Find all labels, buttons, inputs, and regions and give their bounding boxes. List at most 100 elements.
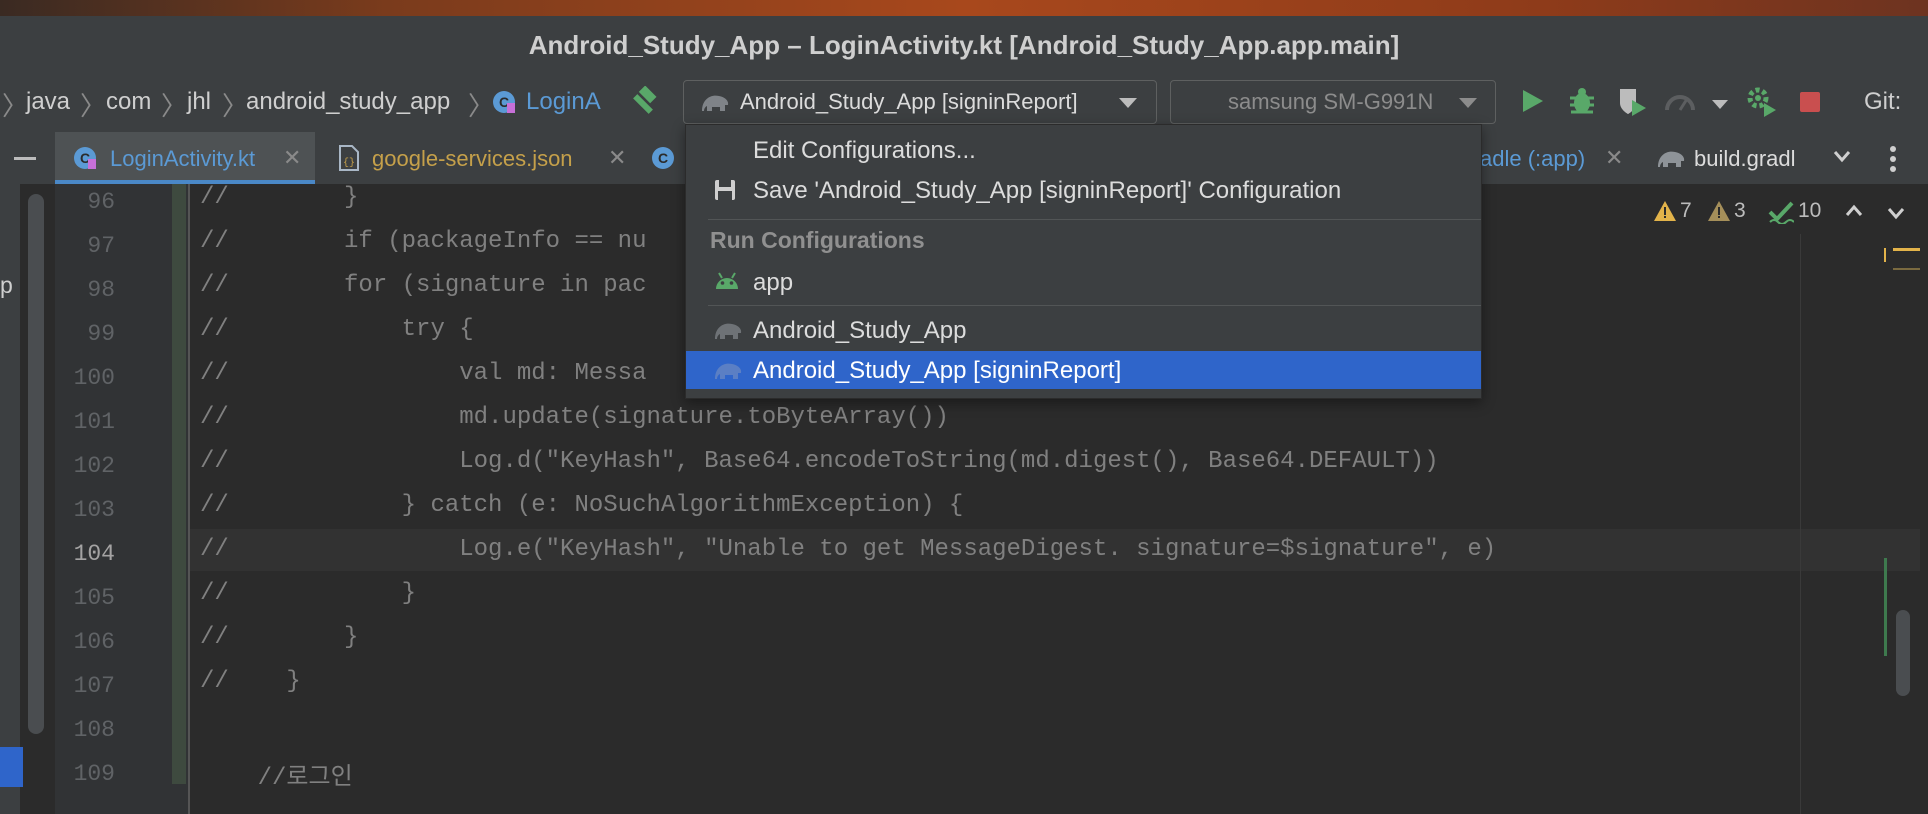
coverage-shield-icon[interactable] [1617, 86, 1647, 123]
code-line: //로그인 [200, 765, 353, 792]
breadcrumb-item-package[interactable]: android_study_app [246, 88, 450, 116]
menu-item-signin-report-selected[interactable]: Android_Study_App [signinReport] [686, 351, 1481, 389]
menu-item-save-configuration[interactable]: Save 'Android_Study_App [signinReport]' … [686, 171, 1481, 209]
run-configurations-header: Run Configurations [710, 227, 925, 253]
right-margin-guide [1800, 234, 1801, 814]
error-stripe-marker [1884, 248, 1886, 262]
tab-build-gradle[interactable]: build.gradl [1652, 132, 1817, 184]
more-options-icon[interactable] [1890, 144, 1896, 174]
code-line: // md.update(signature.toByteArray()) [200, 404, 949, 431]
chevron-up-icon[interactable] [1845, 204, 1863, 223]
code-line: // for (signature in pac [200, 272, 647, 299]
gradle-elephant-icon [712, 359, 742, 381]
tab-google-services[interactable]: {} google-services.json ✕ [325, 132, 635, 184]
run-configuration-selector[interactable]: Android_Study_App [signinReport] [683, 80, 1157, 124]
line-number: 105 [73, 585, 115, 611]
menu-divider [708, 305, 1481, 306]
run-icon[interactable] [1518, 86, 1546, 121]
breadcrumb-item-jhl[interactable]: jhl [187, 88, 211, 116]
code-line: // if (packageInfo == nu [200, 228, 647, 255]
menu-item-edit-configurations[interactable]: Edit Configurations... [686, 131, 1481, 169]
menu-item-label: Edit Configurations... [753, 137, 976, 164]
kotlin-class-icon: C [650, 145, 676, 176]
run-configuration-dropdown: Edit Configurations... Save 'Android_Stu… [685, 124, 1482, 399]
vcs-change-marker [172, 184, 186, 784]
code-line: // } [200, 580, 417, 607]
menu-divider [708, 219, 1481, 220]
menu-item-app[interactable]: app [686, 263, 1481, 301]
gutter-divider [188, 184, 190, 814]
line-number: 99 [87, 321, 115, 347]
close-icon[interactable]: ✕ [608, 145, 626, 171]
breadcrumb-item-class[interactable]: LoginA [526, 88, 601, 116]
git-label: Git: [1864, 88, 1902, 115]
menu-item-label: Save 'Android_Study_App [signinReport]' … [753, 177, 1342, 204]
line-number: 96 [87, 189, 115, 215]
build-hammer-icon[interactable] [628, 85, 662, 118]
breadcrumb-separator: 〉 [80, 91, 107, 121]
code-line: // } catch (e: NoSuchAlgorithmException)… [200, 492, 964, 519]
change-stripe-marker [1884, 558, 1887, 656]
save-floppy-icon [714, 179, 738, 201]
line-number: 107 [73, 673, 115, 699]
project-panel-text: p [0, 272, 13, 298]
tab-label: google-services.json [372, 146, 573, 171]
chevron-down-icon [1459, 98, 1477, 108]
run-configuration-label: Android_Study_App [signinReport] [740, 89, 1078, 114]
line-number: 109 [73, 761, 115, 787]
tab-partial[interactable]: C [645, 132, 690, 184]
profiler-icon[interactable] [1664, 88, 1696, 119]
menu-item-android-study-app[interactable]: Android_Study_App [686, 311, 1481, 349]
breadcrumb-item-java[interactable]: java [26, 88, 70, 116]
typo-count: 10 [1798, 199, 1822, 222]
menu-item-label: Android_Study_App [753, 317, 967, 344]
chevron-down-icon[interactable] [1887, 206, 1905, 225]
title-bar: Android_Study_App – LoginActivity.kt [An… [0, 16, 1928, 73]
close-icon[interactable]: ✕ [283, 145, 301, 171]
line-number-current: 104 [73, 541, 115, 567]
menu-item-label: app [753, 269, 794, 296]
code-line: // Log.e("KeyHash", "Unable to get Messa… [200, 536, 1497, 563]
code-line: // try { [200, 316, 474, 343]
code-line: // val md: Messa [200, 360, 647, 387]
desktop-background-strip [0, 0, 1928, 16]
project-panel-scrollbar[interactable] [28, 194, 44, 734]
line-number: 106 [73, 629, 115, 655]
android-icon [714, 271, 738, 293]
kotlin-class-icon: C [491, 89, 517, 115]
device-selector[interactable]: samsung SM-G991N [1170, 80, 1496, 124]
svg-text:{}: {} [343, 157, 355, 169]
device-label: samsung SM-G991N [1228, 89, 1434, 114]
close-icon[interactable]: ✕ [1605, 145, 1623, 171]
breadcrumb-item-com[interactable]: com [106, 88, 151, 116]
json-file-icon: {} [337, 145, 361, 176]
gradle-elephant-icon [699, 91, 731, 118]
line-number: 108 [73, 717, 115, 743]
line-number: 98 [87, 277, 115, 303]
code-line: // } [200, 668, 301, 695]
editor-scrollbar-thumb[interactable] [1896, 610, 1910, 696]
svg-text:C: C [658, 150, 668, 166]
window-title: Android_Study_App – LoginActivity.kt [An… [528, 30, 1400, 60]
line-number: 101 [73, 409, 115, 435]
line-number: 102 [73, 453, 115, 479]
warning-icon[interactable] [1653, 200, 1677, 227]
typo-check-icon[interactable] [1768, 200, 1795, 229]
menu-item-label: Android_Study_App [signinReport] [753, 357, 1122, 384]
tab-build-gradle-app[interactable]: adle (:app) ✕ [1480, 132, 1640, 184]
apply-changes-icon[interactable] [1745, 85, 1779, 124]
tab-label: build.gradl [1694, 146, 1796, 171]
breadcrumb-separator: 〉 [222, 91, 249, 121]
error-stripe-marker [1893, 248, 1920, 251]
debug-bug-icon[interactable] [1567, 86, 1597, 121]
weak-warning-icon[interactable] [1707, 200, 1731, 227]
chevron-down-icon[interactable] [1832, 146, 1852, 171]
collapse-icon[interactable] [14, 157, 36, 160]
tab-label: adle (:app) [1480, 146, 1586, 171]
tab-login-activity[interactable]: C LoginActivity.kt ✕ [55, 132, 315, 184]
chevron-down-icon[interactable] [1712, 100, 1728, 109]
breadcrumb-separator: 〉 [161, 91, 188, 121]
line-number: 100 [73, 365, 115, 391]
tab-label: LoginActivity.kt [110, 146, 256, 171]
stop-icon[interactable] [1800, 92, 1820, 112]
